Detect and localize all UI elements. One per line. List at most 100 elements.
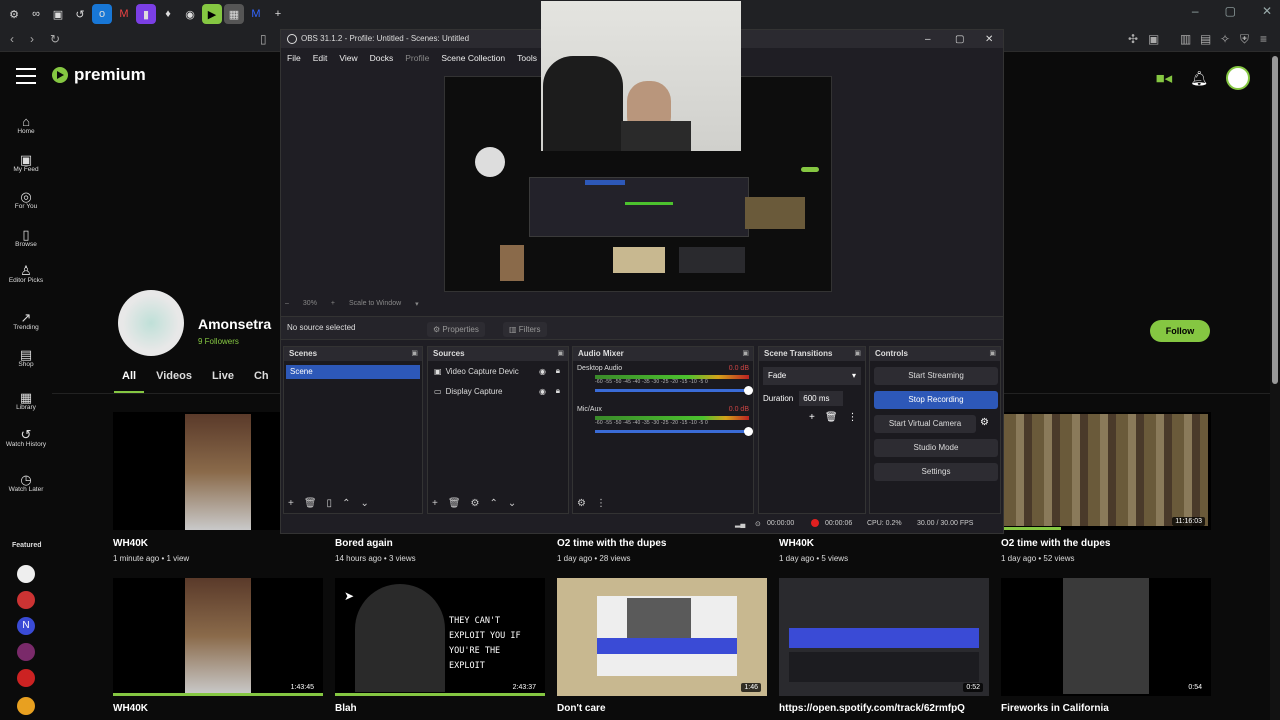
menu-view[interactable]: View [339,48,357,68]
dock-undock-icon[interactable]: ▣ [989,347,996,361]
more-options-icon[interactable]: ⋮ [596,498,606,509]
sidebar-item-browse[interactable]: ▯ Browse [0,227,52,249]
visibility-eye-icon[interactable]: ◉ [539,387,546,396]
reload-icon[interactable]: ↻ [50,32,60,46]
video-thumbnail[interactable]: 0:54 [1001,578,1211,696]
featured-channel-avatar[interactable]: N [17,617,35,635]
wallet-icon[interactable]: ▤ [1200,32,1211,46]
start-virtual-camera-button[interactable]: Start Virtual Camera [874,415,976,433]
studio-mode-button[interactable]: Studio Mode [874,439,998,457]
twitch-icon[interactable]: ▮ [136,4,156,24]
menu-edit[interactable]: Edit [313,48,328,68]
lock-icon[interactable]: 🔒︎ [556,366,560,376]
featured-channel-avatar[interactable] [17,669,35,687]
sidebar-item-trending[interactable]: ↗ Trending [0,310,52,332]
volume-slider[interactable] [595,386,753,395]
trash-icon[interactable]: 🗑︎ [825,412,838,423]
forward-icon[interactable]: › [30,32,34,46]
scale-to-window[interactable]: Scale to Window [349,300,401,308]
sidebar-item-home[interactable]: ⌂ Home [0,114,52,136]
sidebar-item-library[interactable]: ▦ Library [0,390,52,412]
tab-all[interactable]: All [122,370,136,382]
scene-item[interactable]: Scene [286,365,420,379]
move-down-icon[interactable]: ⌄ [360,498,368,509]
gear-icon[interactable]: ⚙ [471,498,480,509]
video-thumbnail[interactable]: THEY CAN'T EXPLOIT YOU IF YOU'RE THE EXP… [335,578,545,696]
maximize-icon[interactable]: ▢ [955,31,964,49]
tab-icon[interactable]: ♦ [158,4,178,24]
source-item[interactable]: ▣ Video Capture Devic ◉ 🔒︎ [428,361,568,381]
tab-icon[interactable]: ◉ [180,4,200,24]
extension-icon[interactable]: ▣ [1148,32,1159,46]
tab-icon[interactable]: ▦ [224,4,244,24]
minimize-icon[interactable]: – [1192,4,1199,18]
video-title[interactable]: WH40K [113,703,148,714]
trash-icon[interactable]: 🗑︎ [304,498,317,509]
follow-button[interactable]: Follow [1150,320,1210,342]
video-title[interactable]: WH40K [779,538,814,549]
tab-icon[interactable]: ▣ [48,4,68,24]
video-title[interactable]: O2 time with the dupes [1001,538,1110,549]
video-title[interactable]: Don't care [557,703,606,714]
zoom-out-icon[interactable]: – [285,300,289,308]
history-icon[interactable]: ↺ [70,4,90,24]
settings-icon[interactable]: ⚙ [4,4,24,24]
featured-channel-avatar[interactable] [17,565,35,583]
lock-icon[interactable]: 🔒︎ [556,386,560,396]
filter-icon[interactable]: ▯ [327,498,333,509]
transition-select[interactable]: Fade ▾ [763,367,861,385]
tab-channels[interactable]: Ch [254,370,269,382]
tab-icon[interactable]: M [246,4,266,24]
menu-icon[interactable]: ≡ [1260,32,1267,46]
user-avatar[interactable] [1226,66,1250,90]
move-up-icon[interactable]: ⌃ [342,498,350,509]
close-icon[interactable]: ✕ [1262,4,1272,18]
video-thumbnail[interactable]: 11:16:03 [1001,412,1211,530]
filters-button[interactable]: ▥ Filters [503,322,547,337]
video-title[interactable]: https://open.spotify.com/track/62rmfpQ [779,703,965,714]
video-thumbnail[interactable]: 0:52 [779,578,989,696]
sidebar-item-shop[interactable]: ▤ Shop [0,347,52,369]
zoom-in-icon[interactable]: + [331,300,335,308]
video-title[interactable]: Blah [335,703,357,714]
visibility-eye-icon[interactable]: ◉ [539,367,546,376]
close-icon[interactable]: ✕ [985,31,993,49]
sidebar-item-watch-history[interactable]: ↺ Watch History [0,427,52,449]
settings-button[interactable]: Settings [874,463,998,481]
channel-avatar[interactable] [118,290,184,356]
trash-icon[interactable]: 🗑︎ [448,498,461,509]
bookmark-icon[interactable]: ▯ [260,32,267,46]
tab-videos[interactable]: Videos [156,370,192,382]
video-title[interactable]: O2 time with the dupes [557,538,666,549]
volume-slider[interactable] [595,427,753,436]
video-thumbnail[interactable]: 1:46 [557,578,767,696]
dock-undock-icon[interactable]: ▣ [854,347,861,361]
gmail-icon[interactable]: M [114,4,134,24]
dock-undock-icon[interactable]: ▣ [557,347,564,361]
back-icon[interactable]: ‹ [10,32,14,46]
extension-icon[interactable]: ✣ [1128,32,1138,46]
featured-channel-avatar[interactable] [17,697,35,715]
sidebar-item-for-you[interactable]: ◎ For You [0,189,52,211]
start-streaming-button[interactable]: Start Streaming [874,367,998,385]
dock-undock-icon[interactable]: ▣ [742,347,749,361]
notification-bell-icon[interactable]: 🔔︎ [1190,70,1208,87]
sidebar-item-editor-picks[interactable]: ♙ Editor Picks [0,263,52,285]
video-title[interactable]: Bored again [335,538,393,549]
menu-docks[interactable]: Docks [370,48,394,68]
video-title[interactable]: WH40K [113,538,148,549]
menu-scene-collection[interactable]: Scene Collection [441,48,505,68]
shield-icon[interactable]: ⛨ [1240,32,1249,47]
video-thumbnail[interactable]: 1:43:45 [113,578,323,696]
add-icon[interactable]: + [432,498,438,509]
tab-live[interactable]: Live [212,370,234,382]
sidebar-toggle-icon[interactable]: ▥ [1180,32,1191,46]
properties-button[interactable]: ⚙ Properties [427,322,485,337]
minimize-icon[interactable]: – [925,31,931,49]
menu-profile[interactable]: Profile [405,48,429,68]
virtual-camera-settings-icon[interactable]: ⚙ [980,417,989,428]
logo[interactable]: premium [52,65,146,85]
video-title[interactable]: Fireworks in California [1001,703,1109,714]
new-tab-icon[interactable]: + [268,4,288,24]
add-icon[interactable]: + [288,498,294,509]
